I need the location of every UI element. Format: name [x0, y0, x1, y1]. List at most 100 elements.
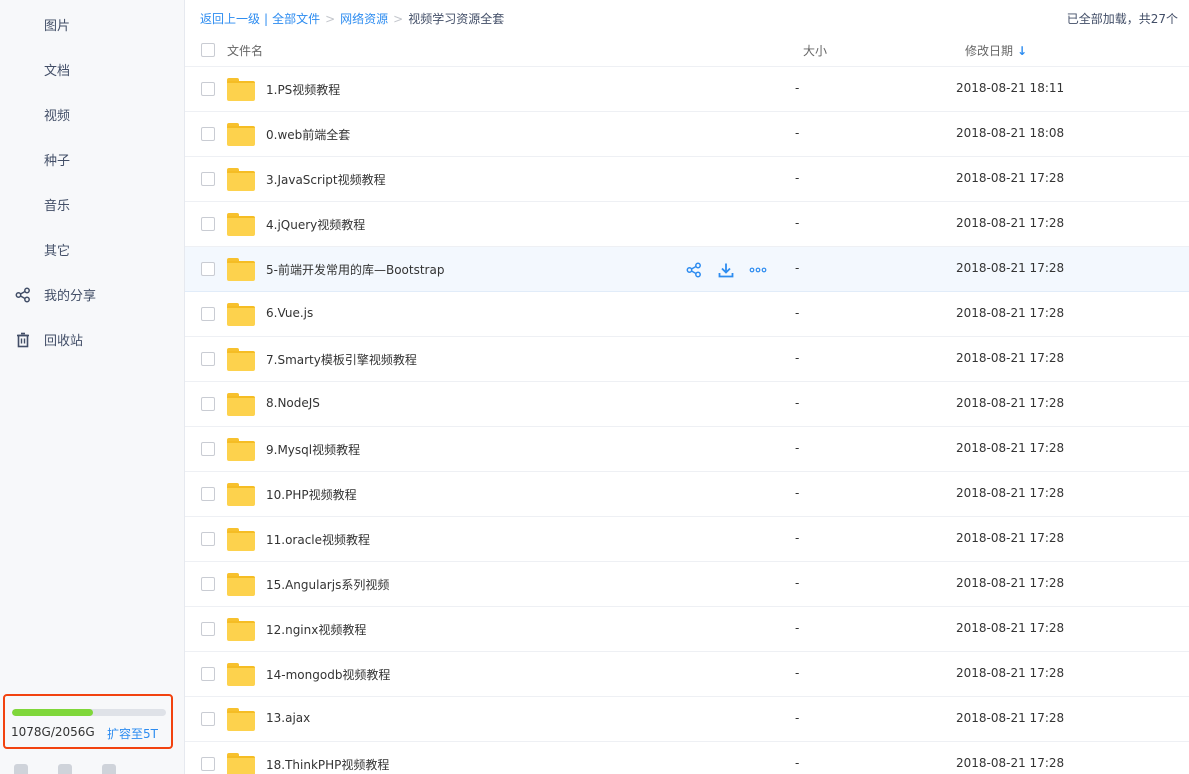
folder-icon: [227, 168, 255, 191]
table-row[interactable]: 4.jQuery视频教程 - 2018-08-21 17:28: [185, 202, 1189, 247]
breadcrumb-item-all-files[interactable]: 全部文件: [272, 10, 320, 27]
folder-icon: [227, 618, 255, 641]
sidebar-item-my-shares[interactable]: 我的分享: [0, 272, 184, 317]
table-row[interactable]: 13.ajax - 2018-08-21 17:28: [185, 697, 1189, 742]
file-modified-date: 2018-08-21 18:08: [956, 126, 1065, 140]
table-row[interactable]: 7.Smarty模板引擎视频教程 - 2018-08-21 17:28: [185, 337, 1189, 382]
sidebar-item-label: 我的分享: [44, 289, 97, 304]
sidebar-item-others[interactable]: 其它: [0, 227, 184, 272]
file-modified-date: 2018-08-21 17:28: [956, 711, 1065, 725]
row-checkbox[interactable]: [201, 352, 215, 366]
breadcrumb-item-network-resources[interactable]: 网络资源: [340, 10, 388, 27]
sidebar-item-images[interactable]: 图片: [0, 2, 184, 47]
storage-progress-bar: [12, 709, 166, 716]
table-header: 文件名 大小 修改日期 ↓: [185, 36, 1189, 67]
file-modified-date: 2018-08-21 17:28: [956, 216, 1065, 230]
row-checkbox[interactable]: [201, 757, 215, 771]
folder-icon: [227, 348, 255, 371]
table-row[interactable]: 18.ThinkPHP视频教程 - 2018-08-21 17:28: [185, 742, 1189, 774]
file-name[interactable]: 9.Mysql视频教程: [266, 441, 360, 458]
row-checkbox[interactable]: [201, 217, 215, 231]
sidebar-item-torrents[interactable]: 种子: [0, 137, 184, 182]
row-checkbox[interactable]: [201, 622, 215, 636]
file-name[interactable]: 11.oracle视频教程: [266, 531, 370, 548]
table-row[interactable]: 5-前端开发常用的库—Bootstrap - 2018-08-21 17:28: [185, 247, 1189, 292]
table-row[interactable]: 1.PS视频教程 - 2018-08-21 18:11: [185, 67, 1189, 112]
file-size: -: [795, 756, 800, 770]
file-size: -: [795, 576, 800, 590]
sidebar-item-label: 回收站: [44, 334, 84, 349]
file-name[interactable]: 7.Smarty模板引擎视频教程: [266, 351, 417, 368]
sidebar: 图片 文档 视频 种子 音乐 其它 我的分享 回收站 1078G/2056G 扩…: [0, 0, 185, 774]
file-size: -: [795, 171, 800, 185]
column-header-modified[interactable]: 修改日期 ↓: [965, 42, 1027, 59]
file-name[interactable]: 13.ajax: [266, 711, 310, 725]
sidebar-item-recycle-bin[interactable]: 回收站: [0, 317, 184, 362]
file-modified-date: 2018-08-21 17:28: [956, 261, 1065, 275]
select-all-checkbox[interactable]: [201, 43, 215, 57]
row-checkbox[interactable]: [201, 712, 215, 726]
table-row[interactable]: 15.Angularjs系列视频 - 2018-08-21 17:28: [185, 562, 1189, 607]
file-name[interactable]: 10.PHP视频教程: [266, 486, 357, 503]
sidebar-item-documents[interactable]: 文档: [0, 47, 184, 92]
file-name[interactable]: 14-mongodb视频教程: [266, 666, 390, 683]
sidebar-item-label: 图片: [44, 19, 71, 34]
file-size: -: [795, 621, 800, 635]
file-modified-date: 2018-08-21 17:28: [956, 666, 1065, 680]
table-row[interactable]: 0.web前端全套 - 2018-08-21 18:08: [185, 112, 1189, 157]
row-checkbox[interactable]: [201, 172, 215, 186]
table-row[interactable]: 8.NodeJS - 2018-08-21 17:28: [185, 382, 1189, 427]
file-name[interactable]: 5-前端开发常用的库—Bootstrap: [266, 261, 444, 278]
row-checkbox[interactable]: [201, 397, 215, 411]
table-row[interactable]: 10.PHP视频教程 - 2018-08-21 17:28: [185, 472, 1189, 517]
table-row[interactable]: 9.Mysql视频教程 - 2018-08-21 17:28: [185, 427, 1189, 472]
column-header-name[interactable]: 文件名: [227, 42, 263, 59]
download-icon[interactable]: [717, 261, 735, 279]
folder-icon: [227, 123, 255, 146]
row-checkbox[interactable]: [201, 532, 215, 546]
sort-desc-icon[interactable]: ↓: [1017, 44, 1027, 58]
file-name[interactable]: 4.jQuery视频教程: [266, 216, 365, 233]
file-size: -: [795, 711, 800, 725]
file-name[interactable]: 15.Angularjs系列视频: [266, 576, 389, 593]
table-row[interactable]: 3.JavaScript视频教程 - 2018-08-21 17:28: [185, 157, 1189, 202]
sidebar-item-videos[interactable]: 视频: [0, 92, 184, 137]
file-size: -: [795, 396, 800, 410]
table-row[interactable]: 12.nginx视频教程 - 2018-08-21 17:28: [185, 607, 1189, 652]
row-checkbox[interactable]: [201, 82, 215, 96]
file-modified-date: 2018-08-21 17:28: [956, 621, 1065, 635]
row-checkbox[interactable]: [201, 307, 215, 321]
file-name[interactable]: 1.PS视频教程: [266, 81, 340, 98]
file-name[interactable]: 0.web前端全套: [266, 126, 350, 143]
file-size: -: [795, 81, 800, 95]
tool-icon[interactable]: [102, 764, 116, 774]
row-checkbox[interactable]: [201, 667, 215, 681]
sidebar-item-music[interactable]: 音乐: [0, 182, 184, 227]
file-name[interactable]: 6.Vue.js: [266, 306, 313, 320]
file-name[interactable]: 18.ThinkPHP视频教程: [266, 756, 389, 773]
file-name[interactable]: 8.NodeJS: [266, 396, 320, 410]
table-row[interactable]: 6.Vue.js - 2018-08-21 17:28: [185, 292, 1189, 337]
upgrade-storage-link[interactable]: 扩容至5T: [107, 725, 158, 742]
file-name[interactable]: 3.JavaScript视频教程: [266, 171, 386, 188]
user-icon[interactable]: [58, 764, 72, 774]
row-checkbox[interactable]: [201, 127, 215, 141]
file-name[interactable]: 12.nginx视频教程: [266, 621, 366, 638]
row-checkbox[interactable]: [201, 442, 215, 456]
file-modified-date: 2018-08-21 17:28: [956, 351, 1065, 365]
table-row[interactable]: 11.oracle视频教程 - 2018-08-21 17:28: [185, 517, 1189, 562]
row-checkbox[interactable]: [201, 262, 215, 276]
breadcrumb: 返回上一级 | 全部文件 > 网络资源 > 视频学习资源全套: [200, 10, 505, 27]
file-modified-date: 2018-08-21 17:28: [956, 756, 1065, 770]
device-icon[interactable]: [14, 764, 28, 774]
file-size: -: [795, 261, 800, 275]
breadcrumb-back-link[interactable]: 返回上一级: [200, 10, 260, 27]
load-status: 已全部加载，共27个: [1066, 12, 1178, 26]
more-icon[interactable]: [749, 261, 767, 279]
table-row[interactable]: 14-mongodb视频教程 - 2018-08-21 17:28: [185, 652, 1189, 697]
column-header-size[interactable]: 大小: [803, 42, 827, 59]
folder-icon: [227, 528, 255, 551]
row-checkbox[interactable]: [201, 487, 215, 501]
row-checkbox[interactable]: [201, 577, 215, 591]
share-icon[interactable]: [685, 261, 703, 279]
